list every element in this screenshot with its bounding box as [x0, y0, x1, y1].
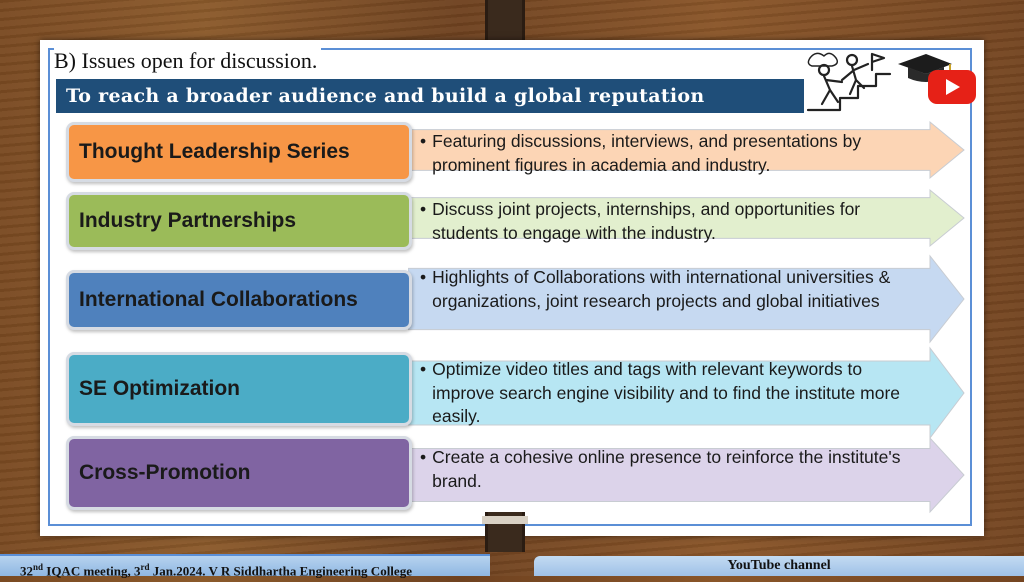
topic-label-box: Thought Leadership Series — [66, 122, 412, 182]
topic-label: Thought Leadership Series — [79, 140, 350, 163]
youtube-logo-icon — [928, 70, 976, 104]
footer-meeting-info: 32nd IQAC meeting, 3rd Jan.2024. V R Sid… — [0, 554, 490, 578]
bullet-icon: • — [420, 199, 427, 219]
board-clip-bottom — [482, 512, 528, 552]
bullet-icon: • — [420, 359, 427, 379]
bullet-icon: • — [420, 131, 427, 151]
header-illustration — [806, 52, 976, 112]
topic-label-box: Cross-Promotion — [66, 436, 412, 510]
topic-label: SE Optimization — [79, 377, 241, 400]
topic-row-industry-partnerships: Industry Partnerships • Discuss joint proj… — [66, 188, 976, 250]
section-title: B) Issues open for discussion. — [54, 48, 322, 74]
topic-row-se-optimization: SE Optimization • Optimize video titles an… — [66, 346, 976, 442]
bullet-icon: • — [420, 267, 427, 287]
topic-row-thought-leadership: Thought Leadership Series • Featuring disc… — [66, 120, 976, 182]
topic-description: • Discuss joint projects, internships, an… — [420, 198, 920, 245]
topic-description: • Create a cohesive online presence to re… — [420, 446, 920, 493]
topic-row-international-collaborations: International Collaborations • Highlights … — [66, 254, 976, 346]
subtitle-banner: To reach a broader audience and build a … — [56, 79, 804, 113]
description-text: Highlights of Collaborations with intern… — [432, 267, 891, 311]
topic-label-box: Industry Partnerships — [66, 192, 412, 250]
topic-label: Cross-Promotion — [79, 461, 251, 484]
climbing-figures-icon — [806, 52, 892, 112]
description-text: Featuring discussions, interviews, and p… — [432, 131, 862, 175]
topic-description: • Highlights of Collaborations with inter… — [420, 266, 920, 313]
topic-description: • Featuring discussions, interviews, and … — [420, 130, 920, 177]
topic-label: Industry Partnerships — [79, 209, 297, 232]
topic-label-box: International Collaborations — [66, 270, 412, 330]
description-text: Optimize video titles and tags with rele… — [432, 359, 901, 426]
topic-label: International Collaborations — [79, 288, 358, 311]
description-text: Create a cohesive online presence to rei… — [432, 447, 901, 491]
topic-label-box: SE Optimization — [66, 352, 412, 426]
topic-description: • Optimize video titles and tags with rel… — [420, 358, 920, 429]
footer-channel-label: YouTube channel — [534, 556, 1024, 576]
bullet-icon: • — [420, 447, 427, 467]
description-text: Discuss joint projects, internships, and… — [432, 199, 861, 243]
topic-row-cross-promotion: Cross-Promotion • Create a cohesive online… — [66, 436, 976, 516]
